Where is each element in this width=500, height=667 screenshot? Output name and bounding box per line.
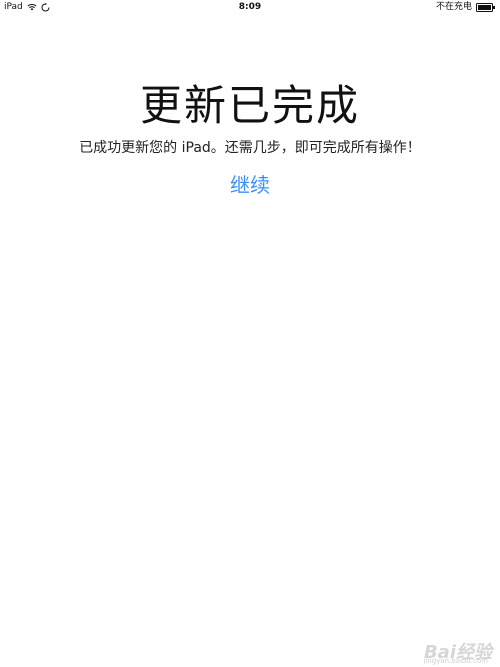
watermark-url: jingyan.baidu.com [423, 657, 488, 665]
update-message: 已成功更新您的 iPad。还需几步，即可完成所有操作！ [79, 140, 421, 156]
page-title: 更新已完成 [139, 81, 360, 130]
continue-link-row: 继续 [0, 171, 500, 199]
battery-icon [476, 2, 496, 12]
charging-status: 不在充电 [435, 2, 472, 12]
continue-button[interactable]: 继续 [230, 173, 270, 197]
status-time: 8:09 [238, 2, 262, 12]
update-complete-screen: iPad 8:09 不在充电 更新已完成 已成功更新您的 iPad。还需几步，即… [0, 0, 500, 667]
status-bar-right: 不在充电 [436, 0, 496, 14]
watermark: Bai经验 jingyan.baidu.com [423, 643, 492, 666]
status-bar: iPad 8:09 不在充电 [0, 0, 500, 14]
